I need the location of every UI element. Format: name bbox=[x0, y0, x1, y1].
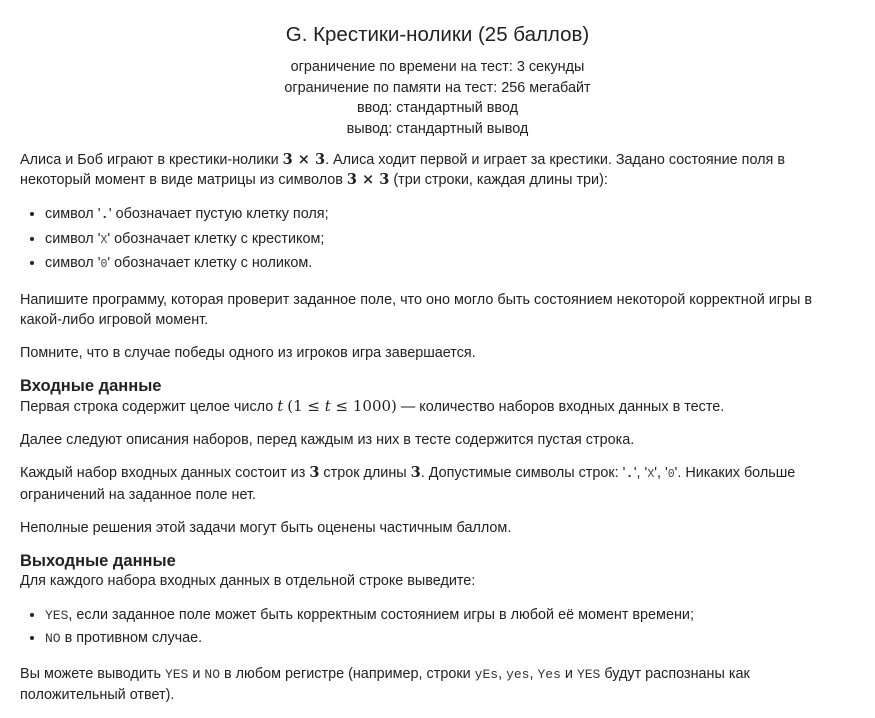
symbol-list: символ '.' обозначает пустую клетку поля… bbox=[20, 203, 855, 277]
input-specification: Входные данные Первая строка содержит це… bbox=[20, 376, 855, 538]
text: Каждый набор входных данных состоит из bbox=[20, 464, 310, 481]
math-3: 3 bbox=[309, 463, 320, 481]
text: — количество наборов входных данных в те… bbox=[396, 398, 725, 415]
text: символ ' bbox=[45, 206, 101, 222]
text: символ ' bbox=[45, 230, 101, 247]
text: ' обозначает клетку с ноликом. bbox=[107, 255, 313, 271]
math-3x3: 3 × 3 bbox=[282, 151, 326, 168]
output-file: вывод: стандартный вывод bbox=[346, 120, 529, 137]
list-item: символ '0' обозначает клетку с ноликом. bbox=[45, 252, 855, 277]
math-constraint: ≤ 1000) bbox=[330, 396, 397, 415]
text: . Допустимые символы строк: ' bbox=[420, 464, 626, 481]
input-paragraph-3: Каждый набор входных данных состоит из 3… bbox=[20, 463, 855, 505]
math-t: t bbox=[277, 396, 284, 415]
text: в любом регистре (например, строки bbox=[220, 665, 475, 682]
legend-paragraph-3: Помните, что в случае победы одного из и… bbox=[20, 344, 476, 361]
legend-paragraph-1: Алиса и Боб играют в крестики-нолики 3 ×… bbox=[20, 150, 855, 190]
text: ', ' bbox=[654, 464, 668, 481]
problem-statement: G. Крестики-нолики (25 баллов) ограничен… bbox=[0, 0, 875, 718]
text: и bbox=[560, 665, 577, 682]
list-item: символ '.' обозначает пустую клетку поля… bbox=[45, 203, 855, 228]
legend-paragraph-2: Напишите программу, которая проверит зад… bbox=[20, 291, 813, 328]
text: , bbox=[498, 665, 507, 682]
text: Первая строка содержит целое число bbox=[20, 398, 278, 415]
input-file: ввод: стандартный ввод bbox=[356, 100, 518, 116]
output-final: Вы можете выводить YES и NO в любом реги… bbox=[20, 664, 855, 705]
time-limit: ограничение по времени на тест: 3 секунд… bbox=[290, 59, 585, 75]
problem-header: G. Крестики-нолики (25 баллов) ограничен… bbox=[20, 0, 855, 139]
input-paragraph-4: Неполные решения этой задачи могут быть … bbox=[20, 519, 512, 536]
math-constraint: (1 ≤ bbox=[287, 396, 325, 415]
input-paragraph-2: Далее следуют описания наборов, перед ка… bbox=[20, 431, 635, 448]
code: yEs bbox=[474, 666, 499, 682]
math-3x3: 3 × 3 bbox=[346, 171, 390, 188]
output-intro: Для каждого набора входных данных в отде… bbox=[20, 572, 476, 589]
output-heading: Выходные данные bbox=[20, 551, 176, 570]
text: (три строки, каждая длины три): bbox=[389, 172, 608, 188]
memory-limit: ограничение по памяти на тест: 256 мегаб… bbox=[284, 79, 591, 96]
legend: Алиса и Боб играют в крестики-нолики 3 ×… bbox=[20, 150, 855, 363]
code-no: NO bbox=[45, 631, 61, 646]
text: и bbox=[188, 665, 205, 682]
text: в противном случае. bbox=[60, 630, 203, 646]
code-symbol: 0 bbox=[667, 467, 675, 481]
code-symbol: . bbox=[100, 207, 109, 223]
code: YES bbox=[576, 666, 601, 682]
text: Алиса и Боб играют в крестики-нолики bbox=[20, 152, 283, 168]
code: NO bbox=[204, 666, 221, 682]
code: yes bbox=[506, 666, 530, 682]
text: ' обозначает клетку с крестиком; bbox=[107, 230, 325, 247]
input-heading: Входные данные bbox=[20, 376, 162, 395]
text: , если заданное поле может быть корректн… bbox=[68, 606, 694, 623]
problem-title: G. Крестики-нолики (25 баллов) bbox=[285, 23, 590, 46]
code-yes: YES bbox=[45, 607, 69, 623]
answer-list: YES, если заданное поле может быть корре… bbox=[20, 604, 855, 651]
text: ' обозначает пустую клетку поля; bbox=[108, 206, 329, 222]
text: символ ' bbox=[45, 255, 101, 271]
list-item: символ 'X' обозначает клетку с крестиком… bbox=[45, 228, 855, 253]
math-3: 3 bbox=[410, 463, 421, 481]
code: YES bbox=[164, 666, 189, 682]
text: Вы можете выводить bbox=[20, 665, 165, 682]
code: Yes bbox=[537, 666, 561, 682]
output-specification: Выходные данные Для каждого набора входн… bbox=[20, 551, 855, 705]
text: строк длины bbox=[319, 464, 411, 481]
text: ', ' bbox=[633, 464, 648, 481]
list-item: NO в противном случае. bbox=[45, 627, 855, 651]
list-item: YES, если заданное поле может быть корре… bbox=[45, 604, 855, 628]
code-symbol: . bbox=[625, 465, 634, 482]
input-paragraph-1: Первая строка содержит целое число t (1 … bbox=[20, 396, 855, 417]
